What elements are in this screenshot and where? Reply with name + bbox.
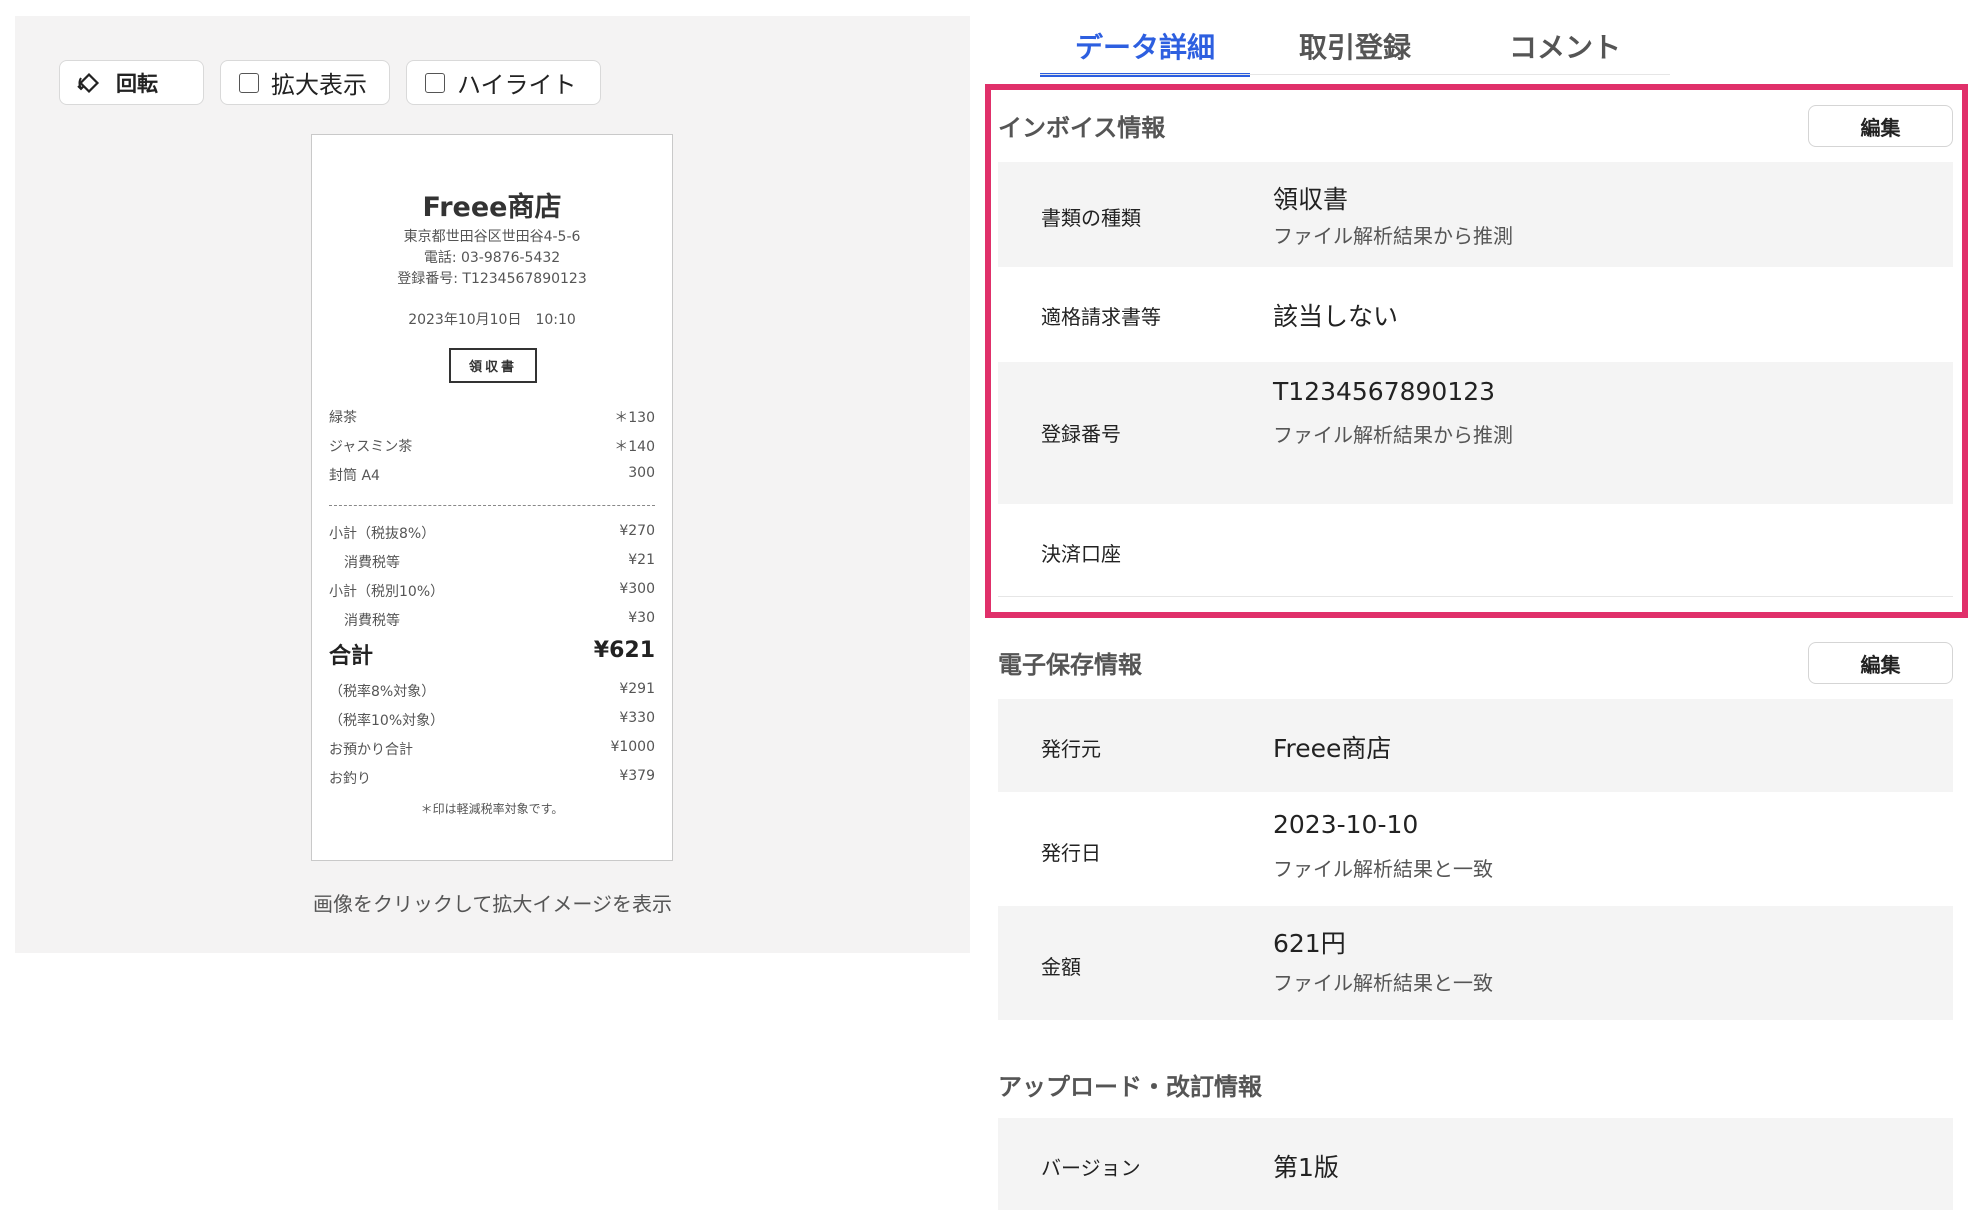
upload-row-version: バージョン 第1版 [998,1118,1953,1210]
invoice-row-doc-type: 書類の種類 領収書 ファイル解析結果から推測 [998,162,1953,267]
storage-row-issuer: 発行元 Freee商店 [998,699,1953,792]
row-label: 書類の種類 [1041,206,1141,230]
detail-tabs: データ詳細 取引登録 コメント [1040,22,1670,77]
row-value: 2023-10-10 [1273,810,1419,839]
invoice-section-title: インボイス情報 [998,114,1166,142]
storage-section-title: 電子保存情報 [998,651,1142,679]
zoom-checkbox[interactable] [239,72,259,93]
zoom-label: 拡大表示 [271,71,367,99]
storage-row-date: 発行日 2023-10-10 ファイル解析結果と一致 [998,792,1953,906]
row-label: バージョン [1041,1156,1141,1180]
invoice-section-divider [998,596,1953,597]
receipt-item-row: 封筒 A4 300 [329,465,655,484]
row-label: 発行日 [1041,841,1101,865]
receipt-summary-row: 小計（税抜8%） ¥270 [329,523,655,542]
receipt-image[interactable]: Freee商店 東京都世田谷区世田谷4-5-6 電話: 03-9876-5432… [311,134,673,861]
row-label: 発行元 [1041,737,1101,761]
receipt-datetime: 2023年10月10日 10:10 [408,312,576,328]
invoice-row-registration: 登録番号 T1234567890123 ファイル解析結果から推測 [998,362,1953,504]
row-value: 621円 [1273,929,1346,958]
tab-comment[interactable]: コメント [1460,22,1670,77]
upload-section-title: アップロード・改訂情報 [998,1073,1262,1101]
receipt-breakdown-row: （税率8%対象） ¥291 [329,681,655,700]
tab-transaction[interactable]: 取引登録 [1250,22,1460,77]
row-label: 適格請求書等 [1041,305,1161,329]
receipt-total-row: 合計 ¥621 [329,638,655,669]
rotate-button[interactable]: 回転 [59,60,204,105]
preview-toolbar: 回転 拡大表示 ハイライト [59,60,601,105]
receipt-summary-row: 消費税等 ¥21 [344,552,655,571]
storage-row-amount: 金額 621円 ファイル解析結果と一致 [998,906,1953,1020]
invoice-edit-button[interactable]: 編集 [1808,105,1953,147]
invoice-row-qualified: 適格請求書等 該当しない [998,267,1953,362]
receipt-registration: 登録番号: T1234567890123 [397,271,587,287]
highlight-toggle[interactable]: ハイライト [406,60,601,105]
row-label: 金額 [1041,955,1081,979]
receipt-item-row: 緑茶 ＊130 [329,410,655,426]
tab-data-detail[interactable]: データ詳細 [1040,22,1250,77]
receipt-doc-label: 領収書 [449,348,537,383]
rotate-icon [77,72,100,93]
row-label: 登録番号 [1041,422,1121,446]
receipt-breakdown-row: お釣り ¥379 [329,768,655,787]
highlight-label: ハイライト [457,71,577,99]
row-value: T1234567890123 [1273,377,1496,406]
row-sub: ファイル解析結果から推測 [1273,224,1513,248]
row-value: 第1版 [1273,1153,1339,1182]
receipt-phone: 電話: 03-9876-5432 [423,250,561,266]
receipt-divider [329,505,655,506]
receipt-item-row: ジャスミン茶 ＊140 [329,439,655,455]
row-sub: ファイル解析結果と一致 [1273,971,1493,995]
row-value: 領収書 [1273,185,1349,214]
rotate-label: 回転 [116,71,158,96]
receipt-breakdown-row: （税率10%対象） ¥330 [329,710,655,729]
invoice-row-account: 決済口座 [998,504,1953,596]
preview-pane: 回転 拡大表示 ハイライト Freee商店 東京都世田谷区世田谷4-5-6 電話… [15,16,970,953]
zoom-toggle[interactable]: 拡大表示 [220,60,390,105]
receipt-summary-row: 小計（税別10%） ¥300 [329,581,655,600]
highlight-checkbox[interactable] [425,72,445,93]
storage-edit-button[interactable]: 編集 [1808,642,1953,684]
row-value: Freee商店 [1273,734,1392,763]
receipt-shop-name: Freee商店 [422,192,562,223]
row-sub: ファイル解析結果から推測 [1273,423,1513,447]
row-sub: ファイル解析結果と一致 [1273,857,1493,881]
tabs-divider [1040,74,1670,75]
receipt-breakdown-row: お預かり合計 ¥1000 [329,739,655,758]
row-label: 決済口座 [1041,542,1121,566]
receipt-note: ＊印は軽減税率対象です。 [420,802,564,816]
receipt-summary-row: 消費税等 ¥30 [344,610,655,629]
row-value: 該当しない [1273,302,1399,331]
preview-caption: 画像をクリックして拡大イメージを表示 [313,892,672,916]
receipt-address: 東京都世田谷区世田谷4-5-6 [403,229,581,245]
